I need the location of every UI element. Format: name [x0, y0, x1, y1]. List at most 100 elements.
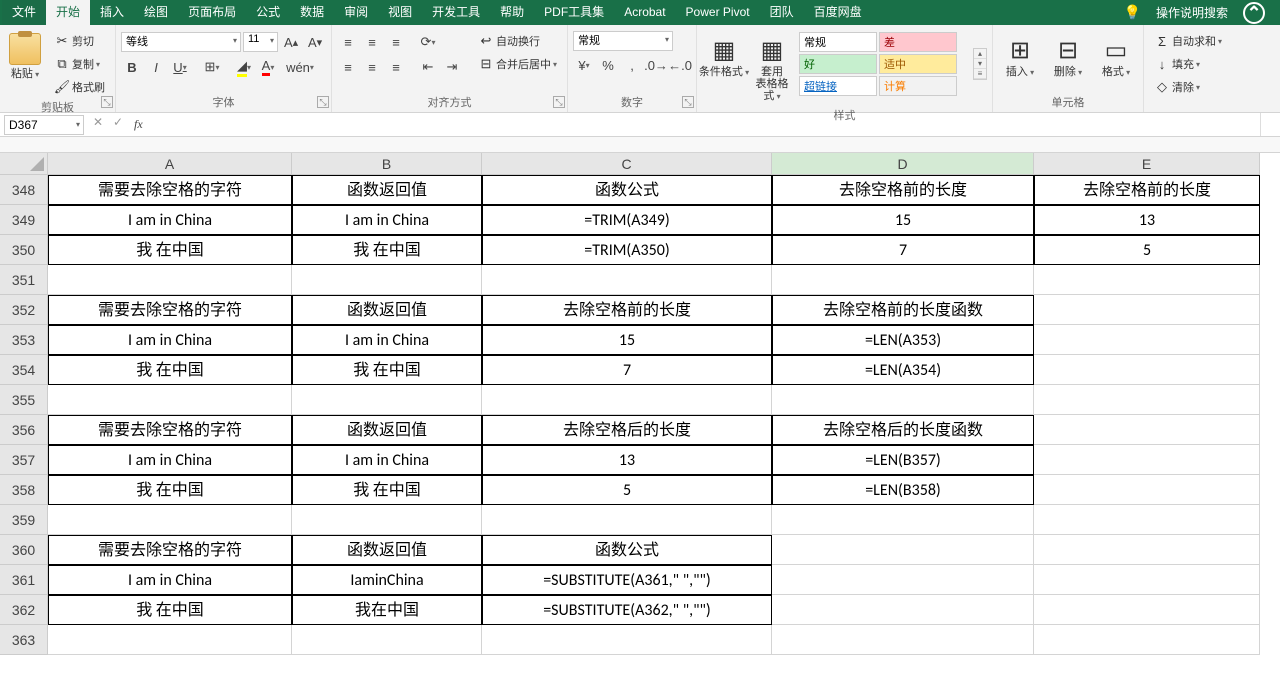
merge-center-button[interactable]: ⊟合并后居中 — [473, 54, 562, 74]
row-header[interactable]: 361 — [0, 565, 48, 595]
tab-file[interactable]: 文件 — [2, 0, 46, 25]
font-name-combo[interactable]: 等线 — [121, 32, 241, 52]
cell[interactable]: 5 — [1034, 235, 1260, 265]
cell[interactable] — [772, 595, 1034, 625]
cut-button[interactable]: ✂剪切 — [49, 31, 110, 51]
cell[interactable] — [48, 505, 292, 535]
row-header[interactable]: 350 — [0, 235, 48, 265]
orientation-button[interactable]: ⟳ — [417, 31, 439, 53]
row-header[interactable]: 363 — [0, 625, 48, 655]
cell[interactable]: 需要去除空格的字符 — [48, 175, 292, 205]
cell[interactable]: I am in China — [292, 445, 482, 475]
font-color-button[interactable]: A — [257, 56, 279, 78]
row-header[interactable]: 353 — [0, 325, 48, 355]
cell[interactable]: 7 — [772, 235, 1034, 265]
row-header[interactable]: 358 — [0, 475, 48, 505]
tab-data[interactable]: 数据 — [290, 0, 334, 25]
cell[interactable] — [1034, 475, 1260, 505]
cell[interactable]: 我 在中国 — [48, 355, 292, 385]
cell[interactable]: 去除空格后的长度 — [482, 415, 772, 445]
cell[interactable]: 5 — [482, 475, 772, 505]
cell[interactable] — [772, 535, 1034, 565]
clear-button[interactable]: ◇清除 — [1149, 77, 1205, 97]
cell[interactable]: =SUBSTITUTE(A362," ","") — [482, 595, 772, 625]
row-header[interactable]: 357 — [0, 445, 48, 475]
bold-button[interactable]: B — [121, 56, 143, 78]
cell[interactable] — [772, 625, 1034, 655]
tab-acrobat[interactable]: Acrobat — [614, 0, 675, 25]
cell[interactable] — [1034, 625, 1260, 655]
cell[interactable]: 函数公式 — [482, 175, 772, 205]
cell[interactable]: 13 — [482, 445, 772, 475]
cell[interactable] — [1034, 295, 1260, 325]
cell[interactable]: 需要去除空格的字符 — [48, 295, 292, 325]
cell[interactable]: 函数返回值 — [292, 295, 482, 325]
tab-pdf[interactable]: PDF工具集 — [534, 0, 614, 25]
cell[interactable]: =TRIM(A349) — [482, 205, 772, 235]
cell[interactable]: 我 在中国 — [292, 475, 482, 505]
tab-team[interactable]: 团队 — [760, 0, 804, 25]
tab-powerpivot[interactable]: Power Pivot — [676, 0, 760, 25]
cell[interactable] — [772, 565, 1034, 595]
cell[interactable]: I am in China — [292, 205, 482, 235]
number-format-combo[interactable]: 常规 — [573, 31, 673, 51]
align-left-button[interactable]: ≡ — [337, 56, 359, 78]
cell[interactable]: 去除空格前的长度 — [1034, 175, 1260, 205]
col-header-C[interactable]: C — [482, 153, 772, 175]
cell[interactable] — [482, 265, 772, 295]
format-as-table-button[interactable]: ▦ 套用 表格格式 — [750, 31, 794, 105]
cell[interactable]: IaminChina — [292, 565, 482, 595]
style-calculation[interactable]: 计算 — [879, 76, 957, 96]
align-center-button[interactable]: ≡ — [361, 56, 383, 78]
cell[interactable] — [48, 385, 292, 415]
row-header[interactable]: 348 — [0, 175, 48, 205]
cell[interactable]: 去除空格前的长度 — [772, 175, 1034, 205]
align-top-button[interactable]: ≡ — [337, 31, 359, 53]
align-bottom-button[interactable]: ≡ — [385, 31, 407, 53]
cell[interactable] — [772, 385, 1034, 415]
cell[interactable]: 需要去除空格的字符 — [48, 415, 292, 445]
cell[interactable] — [482, 625, 772, 655]
cell[interactable]: 13 — [1034, 205, 1260, 235]
styles-gallery-expand[interactable]: ▴▾≡ — [973, 48, 987, 80]
cell[interactable]: =TRIM(A350) — [482, 235, 772, 265]
row-header[interactable]: 359 — [0, 505, 48, 535]
row-header[interactable]: 349 — [0, 205, 48, 235]
increase-font-button[interactable]: A▴ — [280, 31, 302, 53]
cell[interactable]: I am in China — [48, 325, 292, 355]
cell[interactable]: =LEN(A354) — [772, 355, 1034, 385]
cell[interactable] — [292, 385, 482, 415]
col-header-D[interactable]: D — [772, 153, 1034, 175]
style-good[interactable]: 好 — [799, 54, 877, 74]
cell[interactable] — [1034, 385, 1260, 415]
cell[interactable]: 函数返回值 — [292, 535, 482, 565]
italic-button[interactable]: I — [145, 56, 167, 78]
cell[interactable] — [482, 505, 772, 535]
row-header[interactable]: 354 — [0, 355, 48, 385]
cell[interactable] — [1034, 325, 1260, 355]
col-header-A[interactable]: A — [48, 153, 292, 175]
cell[interactable]: =LEN(B357) — [772, 445, 1034, 475]
tab-baidu[interactable]: 百度网盘 — [804, 0, 872, 25]
conditional-format-button[interactable]: ▦ 条件格式 — [702, 31, 746, 81]
cell[interactable]: 我 在中国 — [48, 475, 292, 505]
format-cells-button[interactable]: ▭格式 — [1094, 31, 1138, 81]
cell[interactable]: I am in China — [48, 205, 292, 235]
cell[interactable]: 去除空格前的长度 — [482, 295, 772, 325]
clipboard-dialog-launcher[interactable]: ⤡ — [101, 96, 113, 108]
cell[interactable]: 我 在中国 — [292, 235, 482, 265]
align-middle-button[interactable]: ≡ — [361, 31, 383, 53]
comma-button[interactable]: , — [621, 54, 643, 76]
cell[interactable]: 函数公式 — [482, 535, 772, 565]
cell[interactable] — [482, 385, 772, 415]
align-right-button[interactable]: ≡ — [385, 56, 407, 78]
cell[interactable] — [1034, 535, 1260, 565]
style-neutral[interactable]: 适中 — [879, 54, 957, 74]
cell[interactable]: I am in China — [48, 445, 292, 475]
increase-decimal-button[interactable]: .0→ — [645, 54, 667, 76]
font-dialog-launcher[interactable]: ⤡ — [317, 96, 329, 108]
select-all-corner[interactable] — [0, 153, 48, 175]
cell[interactable]: 我在中国 — [292, 595, 482, 625]
row-header[interactable]: 355 — [0, 385, 48, 415]
fx-icon[interactable]: fx — [128, 117, 149, 132]
